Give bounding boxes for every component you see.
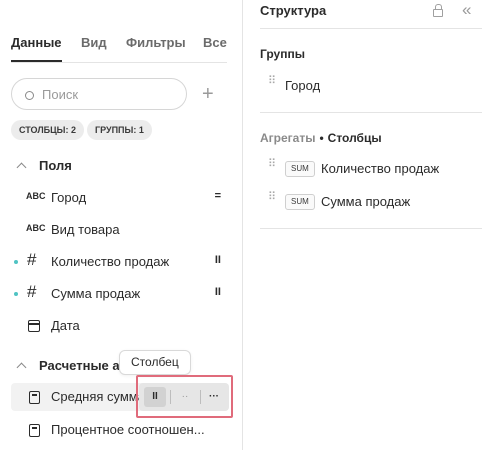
field-item-sales-sum[interactable]: # Сумма продаж II bbox=[11, 280, 229, 308]
search-box[interactable] bbox=[11, 78, 187, 110]
aggregate-function-badge[interactable]: SUM bbox=[285, 194, 315, 210]
field-item-product-type[interactable]: ABC Вид товара bbox=[11, 216, 229, 244]
group-label: Город bbox=[285, 78, 321, 93]
measure-dot bbox=[14, 292, 18, 296]
text-type-icon: ABC bbox=[26, 191, 46, 201]
tooltip: Столбец bbox=[119, 350, 191, 375]
drag-handle-icon[interactable]: ⠿ bbox=[268, 76, 276, 87]
number-type-icon: # bbox=[27, 282, 37, 301]
field-item-date[interactable]: Дата bbox=[11, 312, 229, 340]
calc-section-title: Расчетные ат bbox=[39, 358, 126, 373]
columns-count-badge: СТОЛБЦЫ: 2 bbox=[11, 120, 84, 140]
drag-handle-icon[interactable]: ⠿ bbox=[268, 159, 276, 170]
calculator-icon bbox=[29, 391, 40, 404]
bullet: • bbox=[319, 131, 324, 145]
groups-title: Группы bbox=[260, 47, 305, 61]
calc-section-header[interactable]: Расчетные ат bbox=[16, 358, 126, 373]
field-label: Процентное соотношен... bbox=[51, 422, 205, 437]
lock-icon[interactable] bbox=[433, 4, 443, 17]
field-label: Средняя сумма bbox=[51, 389, 145, 404]
aggregate-item-sales-sum[interactable]: ⠿ SUM Сумма продаж bbox=[260, 192, 482, 214]
aggregate-label: Количество продаж bbox=[321, 161, 440, 176]
collapse-icon[interactable]: « bbox=[462, 0, 471, 20]
tab-all[interactable]: Все bbox=[203, 35, 227, 50]
field-label: Количество продаж bbox=[51, 254, 170, 269]
divider bbox=[260, 28, 482, 29]
field-item-sales-count[interactable]: # Количество продаж II bbox=[11, 248, 229, 276]
drag-handle-icon[interactable]: ⠿ bbox=[268, 192, 276, 203]
divider bbox=[260, 112, 482, 113]
field-label: Город bbox=[51, 190, 87, 205]
field-label: Вид товара bbox=[51, 222, 120, 237]
fields-section-title: Поля bbox=[39, 158, 72, 173]
chevron-up-icon bbox=[16, 362, 27, 373]
group-item-city[interactable]: ⠿ Город bbox=[260, 76, 482, 98]
structure-panel: Структура « Группы ⠿ Город Агрегаты • Стол… bbox=[243, 0, 491, 450]
highlight-box bbox=[136, 375, 233, 418]
tab-filters[interactable]: Фильтры bbox=[126, 35, 186, 50]
plus-icon[interactable]: + bbox=[202, 84, 214, 104]
tab-data[interactable]: Данные bbox=[11, 35, 62, 62]
panel-tabs: Данные Вид Фильтры Все bbox=[11, 33, 227, 63]
aggregates-title: Агрегаты bbox=[260, 131, 316, 145]
calculator-icon bbox=[29, 424, 40, 437]
divider bbox=[260, 228, 482, 229]
calc-field-percentage[interactable]: Процентное соотношен... bbox=[11, 416, 229, 444]
column-indicator-icon: II bbox=[214, 286, 221, 298]
aggregate-item-sales-count[interactable]: ⠿ SUM Количество продаж bbox=[260, 159, 482, 181]
fields-section-header[interactable]: Поля bbox=[16, 158, 72, 173]
field-label: Сумма продаж bbox=[51, 286, 141, 301]
structure-title: Структура bbox=[260, 3, 327, 18]
text-type-icon: ABC bbox=[26, 223, 46, 233]
aggregates-subtitle: Столбцы bbox=[327, 131, 382, 145]
aggregates-header: Агрегаты • Столбцы bbox=[260, 131, 382, 145]
measure-dot bbox=[14, 260, 18, 264]
calendar-icon bbox=[28, 320, 40, 332]
data-panel: Данные Вид Фильтры Все + СТОЛБЦЫ: 2 ГРУП… bbox=[0, 0, 242, 450]
aggregate-function-badge[interactable]: SUM bbox=[285, 161, 315, 177]
number-type-icon: # bbox=[27, 250, 37, 269]
aggregate-label: Сумма продаж bbox=[321, 194, 411, 209]
search-input[interactable] bbox=[42, 85, 182, 103]
tab-view[interactable]: Вид bbox=[81, 35, 107, 50]
groups-count-badge: ГРУППЫ: 1 bbox=[87, 120, 152, 140]
field-item-city[interactable]: ABC Город = bbox=[11, 184, 229, 212]
search-icon bbox=[25, 91, 34, 100]
column-indicator-icon: II bbox=[214, 254, 221, 266]
field-label: Дата bbox=[51, 318, 80, 333]
chevron-up-icon bbox=[16, 162, 27, 173]
group-indicator-icon: = bbox=[214, 190, 221, 202]
